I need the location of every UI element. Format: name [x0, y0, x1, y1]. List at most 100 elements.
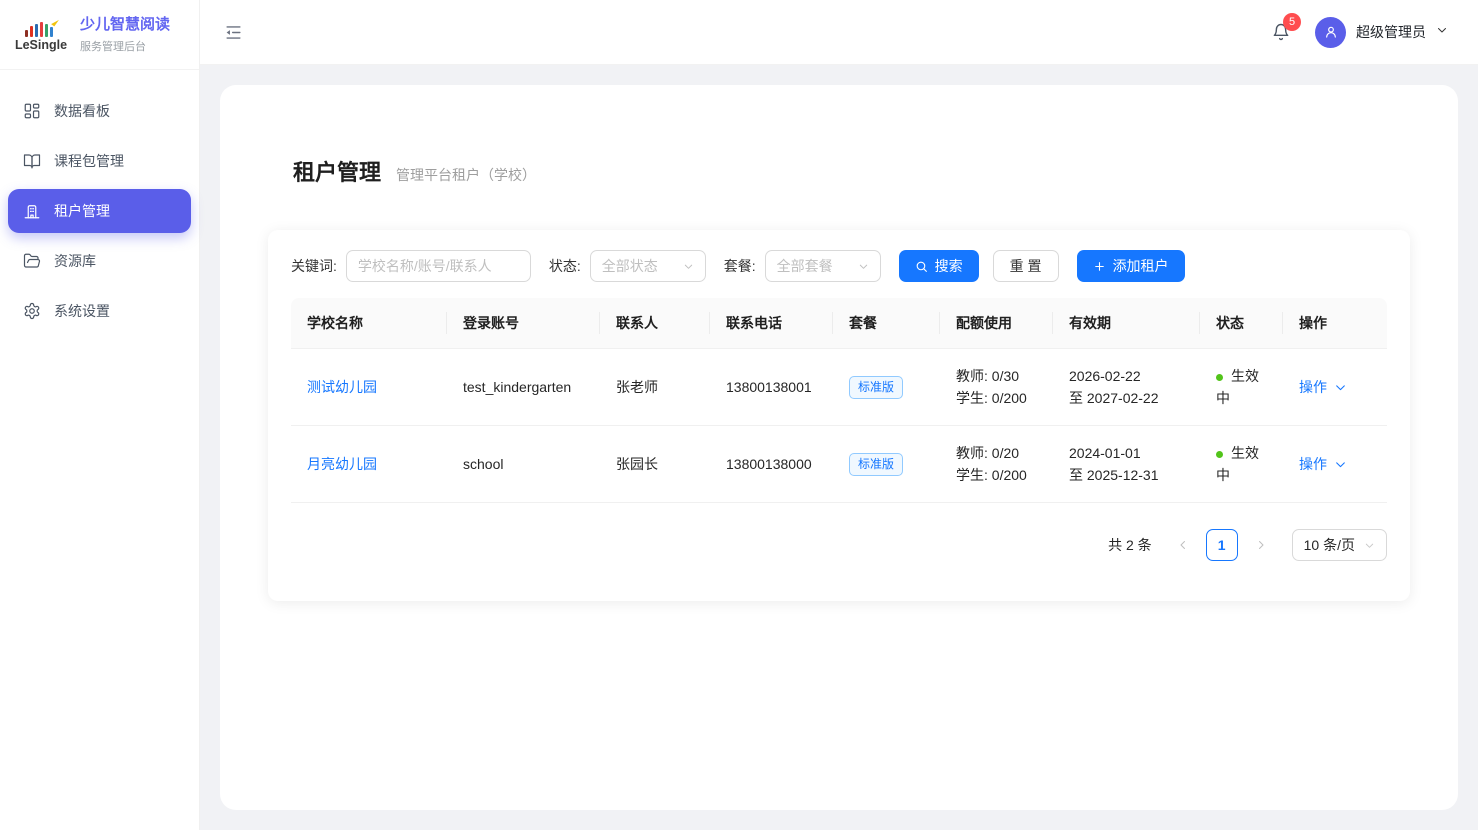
col-school-name: 学校名称 — [291, 298, 447, 348]
page-card: 租户管理 管理平台租户（学校） 关键词: 状态: 全部状态 — [220, 85, 1458, 810]
logo-bars-icon — [25, 20, 53, 37]
status-select-value: 全部状态 — [602, 256, 658, 276]
filter-bar: 关键词: 状态: 全部状态 套餐: — [291, 250, 1387, 282]
quota-cell: 教师: 0/20 学生: 0/200 — [940, 428, 1053, 500]
chevron-right-icon — [1255, 539, 1267, 551]
account-cell: school — [447, 439, 600, 489]
app-root: LeSingle 少儿智慧阅读 服务管理后台 数据看板 课程包管理 — [0, 0, 1478, 830]
chevron-left-icon — [1177, 539, 1189, 551]
tenant-table: 学校名称 登录账号 联系人 联系电话 套餐 配额使用 有效期 状态 操作 — [291, 298, 1387, 503]
status-label: 状态: — [549, 256, 581, 276]
sidebar-item-label: 资源库 — [54, 251, 96, 271]
col-phone: 联系电话 — [710, 298, 833, 348]
chevron-down-icon — [1436, 23, 1448, 41]
plus-icon — [1093, 260, 1106, 273]
dashboard-icon — [23, 102, 41, 120]
col-contact: 联系人 — [600, 298, 710, 348]
sidebar-item-course-packages[interactable]: 课程包管理 — [8, 139, 191, 183]
account-cell: test_kindergarten — [447, 362, 600, 412]
pagination: 共 2 条 1 10 条/页 — [291, 529, 1387, 561]
top-header: 5 超级管理员 — [200, 0, 1478, 65]
school-name-link[interactable]: 测试幼儿园 — [307, 379, 377, 395]
tenant-panel: 关键词: 状态: 全部状态 套餐: — [268, 230, 1410, 601]
chevron-down-icon — [858, 261, 869, 272]
keyword-label: 关键词: — [291, 256, 337, 276]
validity-cell: 2024-01-01 至 2025-12-31 — [1053, 428, 1200, 500]
tenant-building-icon — [23, 202, 41, 220]
keyword-input[interactable] — [346, 250, 531, 282]
col-quota: 配额使用 — [940, 298, 1053, 348]
plan-tag: 标准版 — [849, 376, 903, 399]
brand-subtitle: 服务管理后台 — [80, 38, 170, 54]
status-badge: 生效中 — [1216, 445, 1259, 483]
sidebar-item-resource-library[interactable]: 资源库 — [8, 239, 191, 283]
pagination-page-1[interactable]: 1 — [1206, 529, 1238, 561]
status-select[interactable]: 全部状态 — [590, 250, 706, 282]
sidebar-item-label: 数据看板 — [54, 101, 110, 121]
chevron-down-icon — [683, 261, 694, 272]
brand-title: 少儿智慧阅读 — [80, 16, 170, 34]
col-plan: 套餐 — [833, 298, 940, 348]
sidebar-item-tenant-management[interactable]: 租户管理 — [8, 189, 191, 233]
status-badge: 生效中 — [1216, 368, 1259, 406]
status-dot-icon — [1216, 451, 1223, 458]
pagination-next-button[interactable] — [1247, 529, 1275, 561]
contact-cell: 张园长 — [600, 439, 710, 489]
search-button[interactable]: 搜索 — [899, 250, 979, 282]
status-cell: 生效中 — [1200, 428, 1283, 500]
sidebar-menu: 数据看板 课程包管理 租户管理 资源库 — [0, 70, 199, 352]
avatar — [1315, 17, 1346, 48]
sidebar-item-label: 课程包管理 — [54, 151, 124, 171]
lesingle-logo-icon: LeSingle — [12, 18, 70, 52]
table-header-row: 学校名称 登录账号 联系人 联系电话 套餐 配额使用 有效期 状态 操作 — [291, 298, 1387, 349]
chevron-down-icon — [1364, 540, 1375, 551]
quota-cell: 教师: 0/30 学生: 0/200 — [940, 351, 1053, 423]
table-row: 测试幼儿园 test_kindergarten 张老师 13800138001 … — [291, 349, 1387, 426]
logo-wordmark: LeSingle — [15, 38, 67, 52]
sidebar-item-dashboard[interactable]: 数据看板 — [8, 89, 191, 133]
sidebar-item-label: 租户管理 — [54, 201, 110, 221]
status-dot-icon — [1216, 374, 1223, 381]
user-menu[interactable]: 超级管理员 — [1315, 17, 1448, 48]
pagination-total: 共 2 条 — [1108, 535, 1152, 555]
course-package-icon — [23, 152, 41, 170]
page-header: 租户管理 管理平台租户（学校） — [293, 155, 1410, 187]
page-subtitle: 管理平台租户（学校） — [396, 165, 536, 185]
table-row: 月亮幼儿园 school 张园长 13800138000 标准版 教师: 0/2… — [291, 426, 1387, 503]
brand-text: 少儿智慧阅读 服务管理后台 — [80, 16, 170, 54]
chevron-down-icon — [1334, 381, 1347, 394]
content-area: 租户管理 管理平台租户（学校） 关键词: 状态: 全部状态 — [200, 65, 1478, 830]
pagination-prev-button[interactable] — [1169, 529, 1197, 561]
sidebar-item-system-settings[interactable]: 系统设置 — [8, 289, 191, 333]
main-area: 5 超级管理员 租户管理 管理平台租户（学校） — [200, 0, 1478, 830]
row-actions-dropdown[interactable]: 操作 — [1299, 453, 1371, 475]
sidebar-item-label: 系统设置 — [54, 301, 110, 321]
plan-select-value: 全部套餐 — [777, 256, 833, 276]
school-name-link[interactable]: 月亮幼儿园 — [307, 456, 377, 472]
search-icon — [915, 260, 928, 273]
col-validity: 有效期 — [1053, 298, 1200, 348]
page-size-select[interactable]: 10 条/页 — [1292, 529, 1387, 561]
settings-gear-icon — [23, 302, 41, 320]
status-cell: 生效中 — [1200, 351, 1283, 423]
plan-select[interactable]: 全部套餐 — [765, 250, 881, 282]
notification-button[interactable]: 5 — [1271, 22, 1291, 42]
page-size-value: 10 条/页 — [1304, 535, 1355, 555]
menu-fold-icon[interactable] — [224, 23, 243, 42]
user-name: 超级管理员 — [1356, 22, 1426, 42]
page-title: 租户管理 — [293, 155, 381, 187]
row-actions-dropdown[interactable]: 操作 — [1299, 376, 1371, 398]
col-status: 状态 — [1200, 298, 1283, 348]
phone-cell: 13800138001 — [710, 362, 833, 412]
add-tenant-button[interactable]: 添加租户 — [1077, 250, 1185, 282]
plan-tag: 标准版 — [849, 453, 903, 476]
col-login-account: 登录账号 — [447, 298, 600, 348]
notification-badge: 5 — [1283, 13, 1301, 31]
sidebar: LeSingle 少儿智慧阅读 服务管理后台 数据看板 课程包管理 — [0, 0, 200, 830]
header-right: 5 超级管理员 — [1271, 17, 1448, 48]
brand-header: LeSingle 少儿智慧阅读 服务管理后台 — [0, 0, 199, 70]
reset-button[interactable]: 重 置 — [993, 250, 1059, 282]
chevron-down-icon — [1334, 458, 1347, 471]
col-actions: 操作 — [1283, 298, 1387, 348]
person-icon — [1323, 24, 1339, 40]
